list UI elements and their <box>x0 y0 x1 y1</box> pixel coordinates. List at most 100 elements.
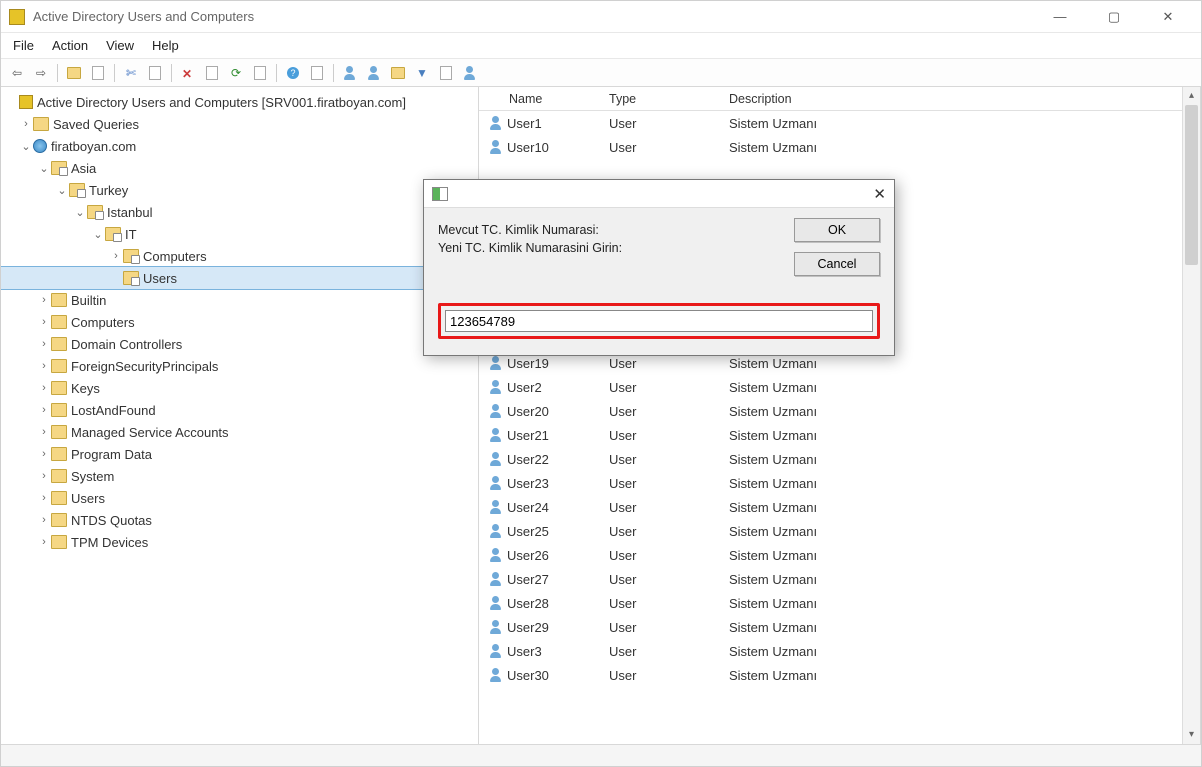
tree-container[interactable]: ›Users <box>1 487 478 509</box>
minimize-button[interactable]: — <box>1045 9 1075 25</box>
collapse-icon[interactable]: ⌄ <box>19 140 33 153</box>
new-user-button[interactable] <box>340 63 360 83</box>
menu-action[interactable]: Action <box>52 38 88 53</box>
col-header-type[interactable]: Type <box>609 92 729 106</box>
collapse-icon[interactable]: ⌄ <box>91 228 105 241</box>
list-row[interactable]: User23UserSistem Uzmanı <box>479 471 1200 495</box>
list-row[interactable]: User27UserSistem Uzmanı <box>479 567 1200 591</box>
tree-container[interactable]: ›Computers <box>1 311 478 333</box>
tree-ou-istanbul[interactable]: ⌄ Istanbul <box>1 201 478 223</box>
tree-saved-queries[interactable]: › Saved Queries <box>1 113 478 135</box>
expand-icon[interactable]: › <box>37 470 51 482</box>
tree-ou-users[interactable]: Users <box>1 267 478 289</box>
tree-container[interactable]: ›NTDS Quotas <box>1 509 478 531</box>
scroll-down-icon[interactable]: ▾ <box>1183 726 1200 744</box>
expand-icon[interactable]: › <box>37 382 51 394</box>
tree-container[interactable]: ›Domain Controllers <box>1 333 478 355</box>
list-row[interactable]: User10UserSistem Uzmanı <box>479 135 1200 159</box>
list-row[interactable]: User21UserSistem Uzmanı <box>479 423 1200 447</box>
properties-button[interactable] <box>202 63 222 83</box>
tree-ou-turkey[interactable]: ⌄ Turkey <box>1 179 478 201</box>
copy-button[interactable] <box>145 63 165 83</box>
tree-ou-asia[interactable]: ⌄ Asia <box>1 157 478 179</box>
scroll-thumb[interactable] <box>1185 105 1198 265</box>
tc-kimlik-input[interactable] <box>445 310 873 332</box>
close-button[interactable]: ✕ <box>1153 9 1183 25</box>
expand-icon[interactable]: › <box>37 404 51 416</box>
new-group-button[interactable] <box>364 63 384 83</box>
cut-button[interactable]: ✄ <box>121 63 141 83</box>
forward-button[interactable]: ⇨ <box>31 63 51 83</box>
tree-container[interactable]: ›TPM Devices <box>1 531 478 553</box>
menu-help[interactable]: Help <box>152 38 179 53</box>
show-hide-tree-button[interactable] <box>88 63 108 83</box>
user-icon <box>489 428 503 442</box>
find-button[interactable] <box>307 63 327 83</box>
expand-icon[interactable]: › <box>37 514 51 526</box>
user-icon <box>489 572 503 586</box>
expand-icon[interactable]: › <box>37 360 51 372</box>
filter-button[interactable]: ▼ <box>412 63 432 83</box>
menu-view[interactable]: View <box>106 38 134 53</box>
user-icon <box>489 380 503 394</box>
tree-root[interactable]: Active Directory Users and Computers [SR… <box>1 91 478 113</box>
tree-container[interactable]: ›Keys <box>1 377 478 399</box>
expand-icon[interactable]: › <box>37 316 51 328</box>
tree-domain[interactable]: ⌄ firatboyan.com <box>1 135 478 157</box>
maximize-button[interactable]: ▢ <box>1099 9 1129 25</box>
dialog-titlebar[interactable]: ✕ <box>424 180 894 208</box>
list-row[interactable]: User22UserSistem Uzmanı <box>479 447 1200 471</box>
expand-icon[interactable]: › <box>109 250 123 262</box>
tree-ou-it[interactable]: ⌄ IT <box>1 223 478 245</box>
row-name: User28 <box>507 596 549 611</box>
tree-container[interactable]: ›LostAndFound <box>1 399 478 421</box>
row-name: User25 <box>507 524 549 539</box>
expand-icon[interactable]: › <box>37 536 51 548</box>
dialog-close-button[interactable]: ✕ <box>873 185 886 203</box>
collapse-icon[interactable]: ⌄ <box>73 206 87 219</box>
add-to-group-button[interactable] <box>460 63 480 83</box>
tree-container[interactable]: ›ForeignSecurityPrincipals <box>1 355 478 377</box>
new-ou-button[interactable] <box>388 63 408 83</box>
list-row[interactable]: User2UserSistem Uzmanı <box>479 375 1200 399</box>
ok-button[interactable]: OK <box>794 218 880 242</box>
expand-icon[interactable]: › <box>19 118 33 130</box>
delete-button[interactable]: ✕ <box>178 63 198 83</box>
expand-icon[interactable]: › <box>37 492 51 504</box>
list-row[interactable]: User20UserSistem Uzmanı <box>479 399 1200 423</box>
up-button[interactable] <box>64 63 84 83</box>
list-row[interactable]: User24UserSistem Uzmanı <box>479 495 1200 519</box>
tree-container[interactable]: ›Builtin <box>1 289 478 311</box>
export-button[interactable] <box>250 63 270 83</box>
back-button[interactable]: ⇦ <box>7 63 27 83</box>
list-row[interactable]: User3UserSistem Uzmanı <box>479 639 1200 663</box>
collapse-icon[interactable]: ⌄ <box>55 184 69 197</box>
ou-icon <box>69 183 85 197</box>
help-button[interactable]: ? <box>283 63 303 83</box>
tree-container[interactable]: ›System <box>1 465 478 487</box>
expand-icon[interactable]: › <box>37 448 51 460</box>
search-button[interactable] <box>436 63 456 83</box>
menu-file[interactable]: File <box>13 38 34 53</box>
list-row[interactable]: User1UserSistem Uzmanı <box>479 111 1200 135</box>
scroll-up-icon[interactable]: ▴ <box>1183 87 1200 105</box>
col-header-name[interactable]: Name <box>479 92 609 106</box>
collapse-icon[interactable]: ⌄ <box>37 162 51 175</box>
expand-icon[interactable]: › <box>37 426 51 438</box>
vertical-scrollbar[interactable]: ▴ ▾ <box>1182 87 1200 744</box>
list-row[interactable]: User26UserSistem Uzmanı <box>479 543 1200 567</box>
row-desc: Sistem Uzmanı <box>729 356 1200 371</box>
expand-icon[interactable]: › <box>37 338 51 350</box>
list-row[interactable]: User28UserSistem Uzmanı <box>479 591 1200 615</box>
tree-pane[interactable]: Active Directory Users and Computers [SR… <box>1 87 479 744</box>
refresh-button[interactable]: ⟳ <box>226 63 246 83</box>
tree-ou-computers[interactable]: › Computers <box>1 245 478 267</box>
list-row[interactable]: User30UserSistem Uzmanı <box>479 663 1200 687</box>
tree-container[interactable]: ›Program Data <box>1 443 478 465</box>
list-row[interactable]: User29UserSistem Uzmanı <box>479 615 1200 639</box>
cancel-button[interactable]: Cancel <box>794 252 880 276</box>
tree-container[interactable]: ›Managed Service Accounts <box>1 421 478 443</box>
list-row[interactable]: User25UserSistem Uzmanı <box>479 519 1200 543</box>
expand-icon[interactable]: › <box>37 294 51 306</box>
col-header-desc[interactable]: Description <box>729 92 1200 106</box>
